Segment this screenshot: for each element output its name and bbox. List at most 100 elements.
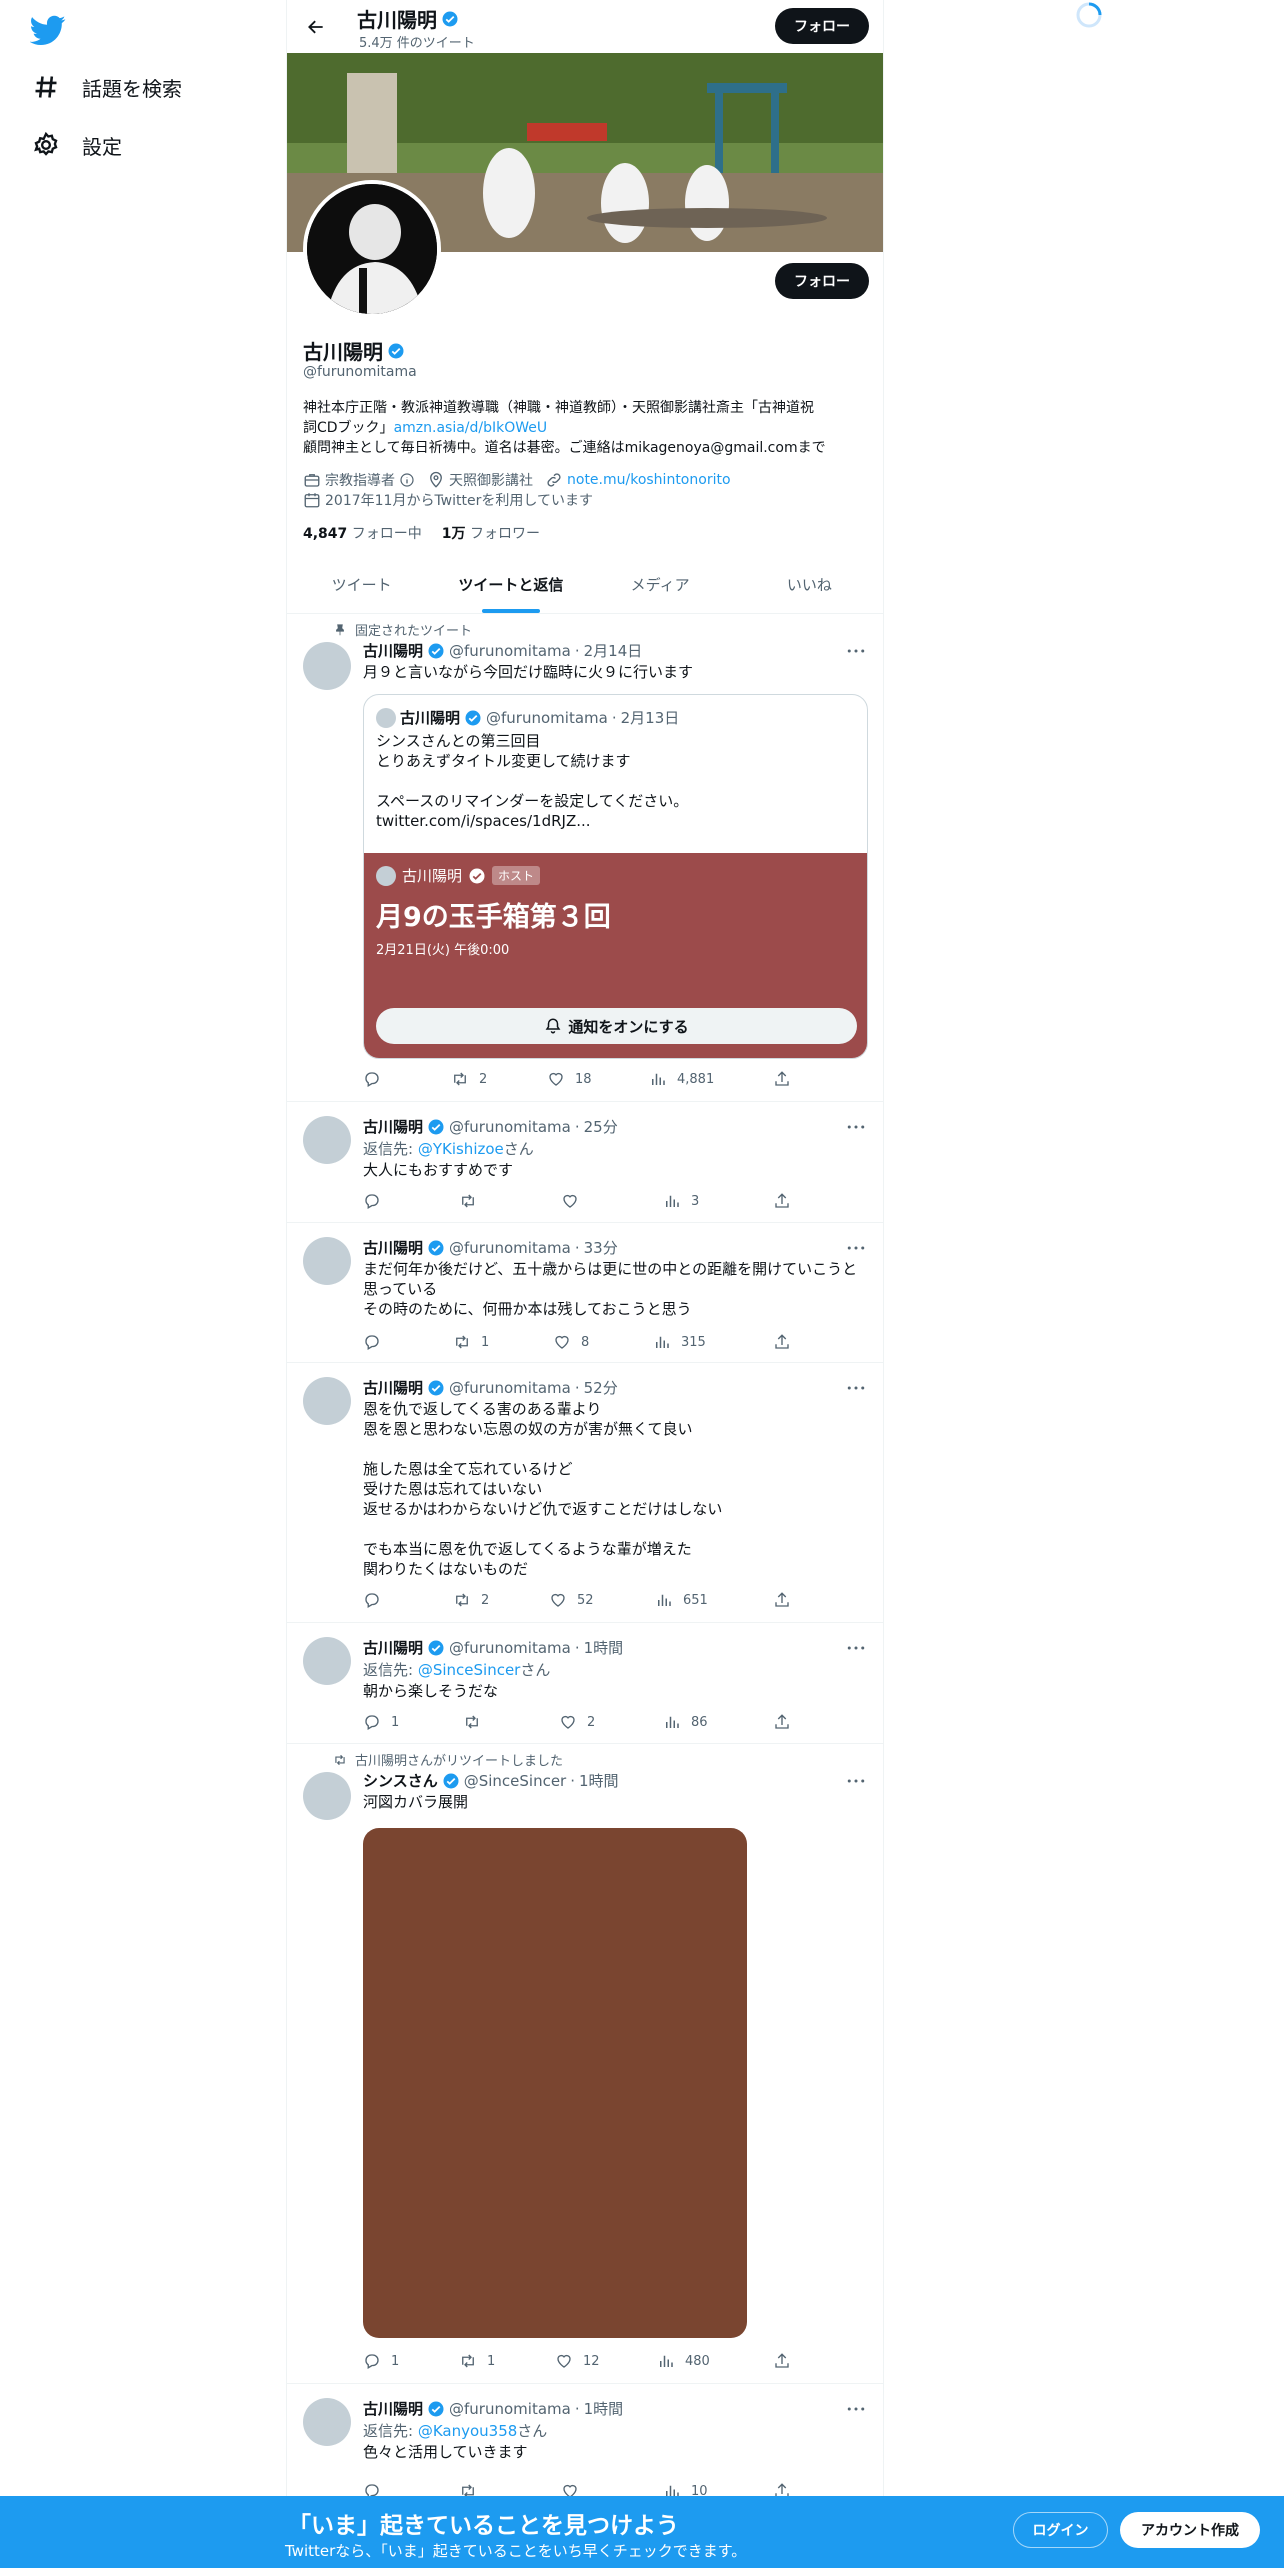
avatar[interactable] [303,1772,351,1820]
tweet-media-image[interactable] [363,1828,747,2338]
sidebar-item-settings[interactable]: 設定 [32,125,122,165]
avatar[interactable] [303,1637,351,1685]
reply-to-link[interactable]: @SinceSincer [418,1661,521,1679]
more-icon[interactable] [844,1118,868,1136]
author-handle[interactable]: @furunomitama [449,1239,571,1257]
more-icon[interactable] [844,1239,868,1257]
like-button[interactable]: 52 [549,1591,594,1609]
views-button[interactable]: 3 [663,1192,699,1210]
avatar[interactable] [303,1116,351,1164]
author-handle[interactable]: @furunomitama [449,1639,571,1657]
reply-to-link[interactable]: @YKishizoe [418,1140,504,1158]
profile-follow-button[interactable]: フォロー [775,263,869,299]
profile-website[interactable]: note.mu/koshintonorito [545,471,731,489]
info-icon[interactable] [399,472,415,488]
tweet-time[interactable]: 25分 [584,1116,618,1137]
retweet-button[interactable]: 1 [453,1333,489,1351]
avatar[interactable] [303,1237,351,1285]
login-button[interactable]: ログイン [1013,2512,1108,2548]
share-button[interactable] [773,1333,791,1351]
author-handle[interactable]: @furunomitama [449,2400,571,2418]
author-handle[interactable]: @SinceSincer [464,1772,567,1790]
avatar[interactable] [303,2398,351,2446]
avatar[interactable] [303,1377,351,1425]
author-name[interactable]: 古川陽明 [363,1377,423,1398]
share-icon [775,1071,789,1086]
more-icon[interactable] [844,1639,868,1657]
tweet-time[interactable]: 1時間 [579,1770,619,1791]
share-button[interactable] [773,1713,791,1731]
share-button[interactable] [773,1070,791,1088]
tweet-time[interactable]: 1時間 [584,2398,624,2419]
tweet-time[interactable]: 33分 [584,1237,618,1258]
retweeted-tweet[interactable]: 古川陽明さんがリツイートしました シンスさん @SinceSincer · 1時… [287,1744,883,2384]
views-button[interactable]: 4,881 [649,1070,714,1088]
tweet-time[interactable]: 2月14日 [584,640,643,661]
retweet-button[interactable] [463,1713,481,1731]
tweet-time[interactable]: 1時間 [584,1637,624,1658]
share-button[interactable] [773,1192,791,1210]
author-handle[interactable]: @furunomitama [449,1118,571,1136]
signup-button[interactable]: アカウント作成 [1120,2512,1260,2548]
retweet-button[interactable]: 1 [459,2352,495,2370]
retweet-button[interactable]: 2 [453,1591,489,1609]
back-button[interactable] [299,10,333,44]
profile-avatar[interactable] [303,180,441,318]
like-button[interactable]: 8 [553,1333,589,1351]
quoted-tweet[interactable]: 古川陽明 @furunomitama · 2月13日 シンスさんとの第三回目 と… [363,694,868,1059]
like-button[interactable]: 18 [547,1070,592,1088]
author-name[interactable]: 古川陽明 [363,1116,423,1137]
retweet-button[interactable]: 2 [451,1070,487,1088]
reply-button[interactable] [363,1591,381,1609]
reply-to-link[interactable]: @Kanyou358 [418,2422,517,2440]
pinned-tweet[interactable]: 固定されたツイート 古川陽明 @furunomitama · 2月14日 月９と… [287,614,883,1102]
more-icon[interactable] [844,642,868,660]
author-name[interactable]: シンスさん [363,1770,438,1791]
tab-tweets-and-replies[interactable]: ツイートと返信 [436,556,585,613]
reply-button[interactable]: 1 [363,1713,399,1731]
views-button[interactable]: 86 [663,1713,708,1731]
views-button[interactable]: 480 [657,2352,710,2370]
space-card[interactable]: 古川陽明 ホスト 月9の玉手箱第３回 2月21日(火) 午後0:00 通知をオン… [364,853,867,1058]
tab-likes[interactable]: いいね [735,556,883,613]
reply-button[interactable]: 1 [363,2352,399,2370]
followers-link[interactable]: 1万 フォロワー [442,523,540,543]
author-name[interactable]: 古川陽明 [363,2398,423,2419]
like-button[interactable]: 2 [559,1713,595,1731]
share-button[interactable] [773,2352,791,2370]
like-button[interactable]: 12 [555,2352,600,2370]
tweet-item[interactable]: 古川陽明 @furunomitama · 52分 恩を仇で返してくる害のある輩よ… [287,1363,883,1623]
header-follow-button[interactable]: フォロー [775,8,869,44]
tweet-time[interactable]: 52分 [584,1377,618,1398]
reply-button[interactable] [363,1070,381,1088]
twitter-logo-icon[interactable] [30,12,66,48]
more-icon[interactable] [844,1772,868,1790]
views-button[interactable]: 315 [653,1333,706,1351]
set-reminder-button[interactable]: 通知をオンにする [376,1008,857,1044]
author-handle[interactable]: @furunomitama [449,642,571,660]
more-icon[interactable] [844,1379,868,1397]
reply-button[interactable] [363,1192,381,1210]
like-button[interactable] [561,1192,579,1210]
avatar[interactable] [303,642,351,690]
tweet-item[interactable]: 古川陽明 @furunomitama · 1時間 返信先: @Kanyou358… [287,2384,883,2514]
author-name[interactable]: 古川陽明 [363,640,423,661]
views-button[interactable]: 651 [655,1591,708,1609]
author-handle[interactable]: @furunomitama [449,1379,571,1397]
author-name[interactable]: 古川陽明 [363,1637,423,1658]
following-link[interactable]: 4,847 フォロー中 [303,523,422,543]
sidebar-item-explore[interactable]: 話題を検索 [32,67,182,107]
context-text[interactable]: 古川陽明さんがリツイートしました [355,1750,563,1769]
share-button[interactable] [773,1591,791,1609]
retweet-button[interactable] [459,1192,477,1210]
tab-media[interactable]: メディア [586,556,735,613]
more-icon[interactable] [844,2400,868,2418]
tweet-item[interactable]: 古川陽明 @furunomitama · 25分 返信先: @YKishizoe… [287,1102,883,1223]
website-link[interactable]: note.mu/koshintonorito [567,472,731,488]
author-name[interactable]: 古川陽明 [363,1237,423,1258]
reply-button[interactable] [363,1333,381,1351]
tab-tweets[interactable]: ツイート [287,556,436,613]
tweet-item[interactable]: 古川陽明 @furunomitama · 1時間 返信先: @SinceSinc… [287,1623,883,1744]
tweet-item[interactable]: 古川陽明 @furunomitama · 33分 まだ何年か後だけど、五十歳から… [287,1223,883,1363]
bio-link[interactable]: amzn.asia/d/bIkOWeU [394,420,548,436]
